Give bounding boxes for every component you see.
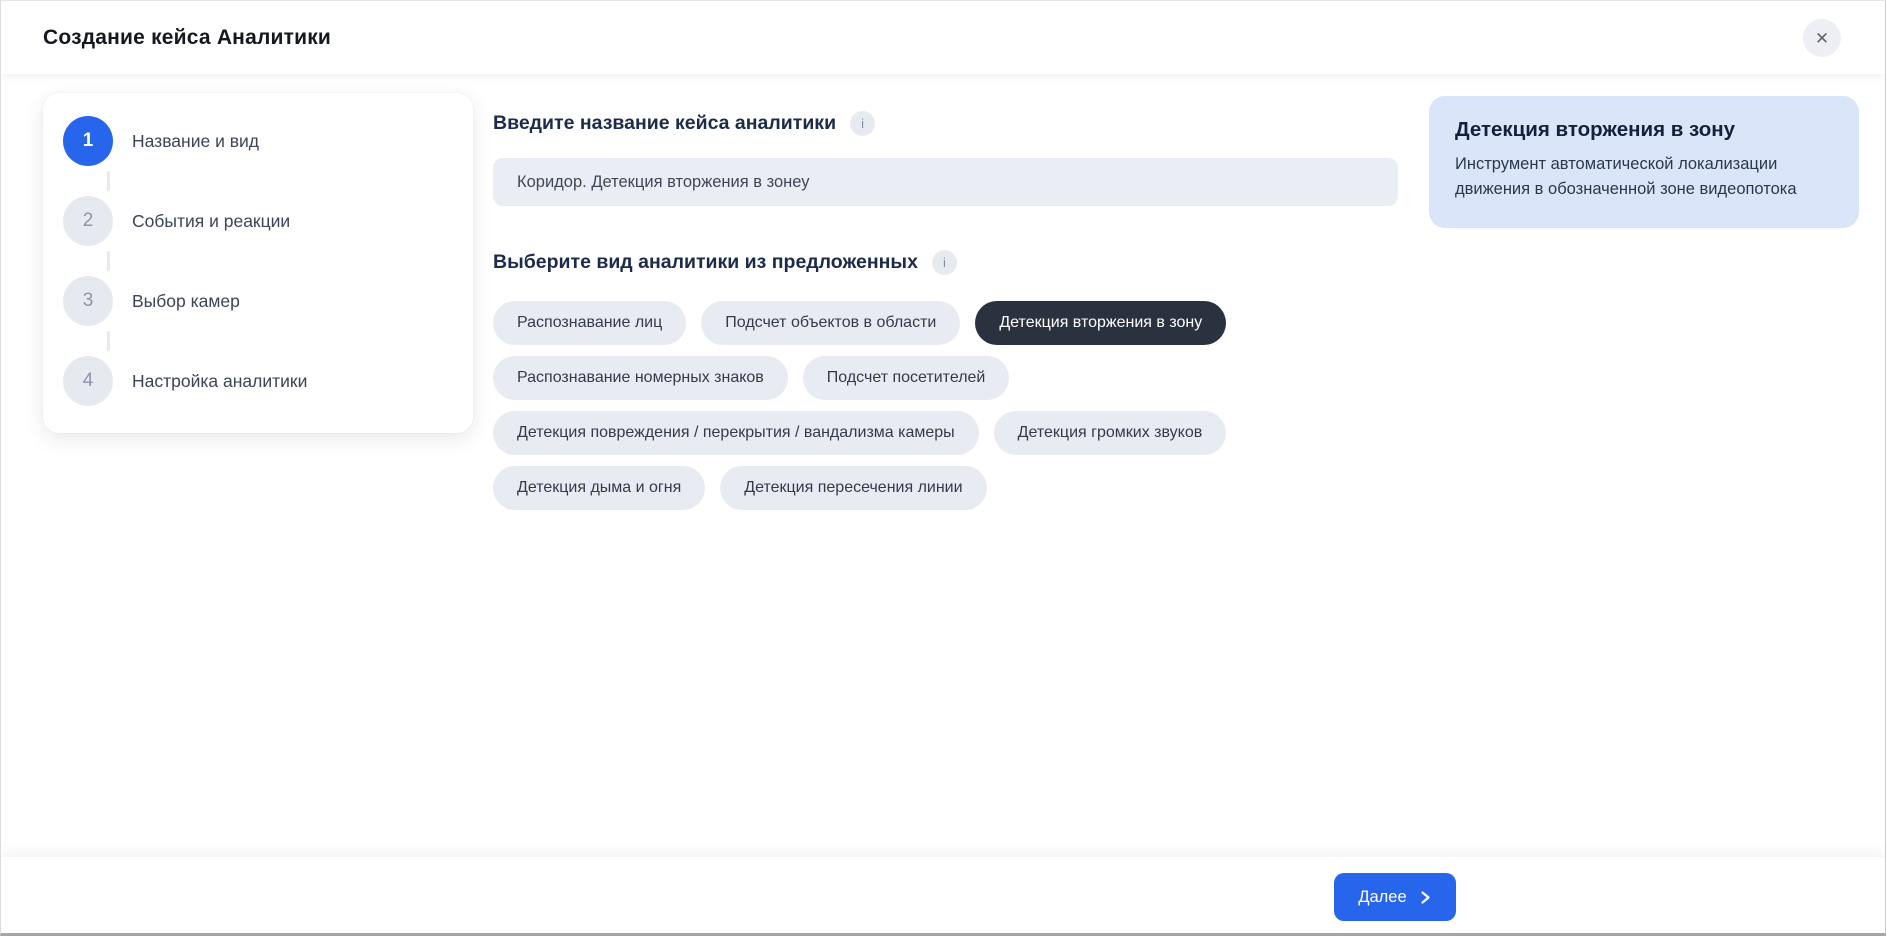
step-number: 3 (63, 276, 113, 326)
case-name-input[interactable] (493, 158, 1398, 206)
analytics-type-chip[interactable]: Подсчет объектов в области (701, 301, 960, 345)
stepper-step[interactable]: 4 Настройка аналитики (63, 356, 453, 406)
step-number: 2 (63, 196, 113, 246)
step-label: Выбор камер (132, 291, 240, 312)
analytics-type-heading-text: Выберите вид аналитики из предложенных (493, 251, 918, 274)
modal-footer: Далее (1, 857, 1885, 933)
analytics-type-chip[interactable]: Распознавание лиц (493, 301, 686, 345)
info-panel-title: Детекция вторжения в зону (1455, 118, 1833, 142)
info-icon[interactable]: i (932, 250, 957, 275)
modal-header: Создание кейса Аналитики ✕ (1, 1, 1885, 74)
analytics-type-chip[interactable]: Распознавание номерных знаков (493, 356, 788, 400)
analytics-type-chip[interactable]: Детекция повреждения / перекрытия / ванд… (493, 411, 979, 455)
step-label: События и реакции (132, 211, 290, 232)
chevron-right-icon (1418, 890, 1432, 905)
analytics-type-chips: Распознавание лиц Подсчет объектов в обл… (493, 301, 1398, 510)
step-connector (107, 171, 110, 191)
next-button-label: Далее (1358, 888, 1406, 907)
modal-body: 1 Название и вид 2 События и реакции 3 В… (1, 74, 1885, 857)
analytics-type-chip[interactable]: Детекция вторжения в зону (975, 301, 1226, 345)
main-form: Введите название кейса аналитики i Выбер… (493, 74, 1398, 510)
page-title: Создание кейса Аналитики (43, 26, 331, 50)
step-label: Настройка аналитики (132, 371, 307, 392)
analytics-type-chip[interactable]: Детекция громких звуков (994, 411, 1227, 455)
case-name-heading-text: Введите название кейса аналитики (493, 112, 836, 135)
step-number: 1 (63, 116, 113, 166)
info-icon[interactable]: i (850, 111, 875, 136)
case-name-heading: Введите название кейса аналитики i (493, 111, 1398, 136)
stepper-step[interactable]: 2 События и реакции (63, 196, 453, 246)
modal-create-analytics-case: Создание кейса Аналитики ✕ 1 Название и … (0, 0, 1886, 936)
stepper-step[interactable]: 3 Выбор камер (63, 276, 453, 326)
analytics-type-heading: Выберите вид аналитики из предложенных i (493, 250, 1398, 275)
stepper-steps: 1 Название и вид 2 События и реакции 3 В… (63, 116, 453, 406)
stepper: 1 Название и вид 2 События и реакции 3 В… (43, 93, 473, 433)
next-button[interactable]: Далее (1334, 873, 1456, 921)
step-number: 4 (63, 356, 113, 406)
info-panel: Детекция вторжения в зону Инструмент авт… (1429, 96, 1859, 228)
analytics-type-chip[interactable]: Детекция пересечения линии (720, 466, 986, 510)
stepper-step[interactable]: 1 Название и вид (63, 116, 453, 166)
analytics-type-chip[interactable]: Подсчет посетителей (803, 356, 1010, 400)
step-connector (107, 331, 110, 351)
analytics-type-chip[interactable]: Детекция дыма и огня (493, 466, 705, 510)
close-button[interactable]: ✕ (1803, 19, 1841, 57)
step-label: Название и вид (132, 131, 259, 152)
info-panel-description: Инструмент автоматической локализации дв… (1455, 152, 1833, 202)
close-icon: ✕ (1815, 30, 1829, 47)
step-connector (107, 251, 110, 271)
